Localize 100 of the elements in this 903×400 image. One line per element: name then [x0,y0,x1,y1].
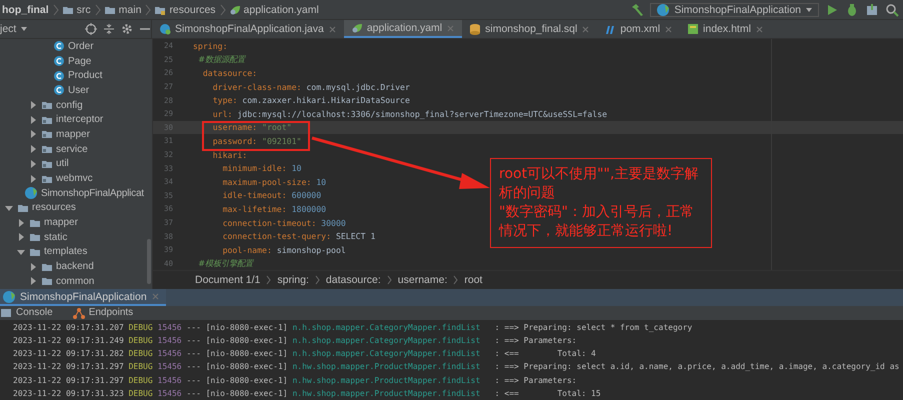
code-line: password: "092101" [212,136,302,146]
breadcrumb-link[interactable]: datasource: [326,274,381,286]
breadcrumb-link[interactable]: Document 1/1 [195,274,260,286]
expand-arrow-icon[interactable] [28,144,38,154]
log-line: 2023-11-22 09:17:31.249 DEBUG 15456 --- [nio-8080-exec-1] n.h.shop.mapper.CategoryMapper.findList : ==> Parameters: [13,335,578,348]
chevron-icon [218,4,226,16]
expand-arrow-icon[interactable] [28,276,38,286]
expand-arrow-icon[interactable] [16,218,26,228]
annotation-text: root可以不使用"",主要是数字解析的问题 [499,165,700,203]
code-line: idle-timeout: 600000 [222,190,322,200]
file-tab[interactable]: pom.xml [597,20,680,38]
spring-app-icon [24,186,38,200]
target-icon[interactable] [85,23,97,35]
class-icon [53,55,65,68]
file-tab[interactable]: application.yaml [344,20,462,38]
leaf-icon [228,4,241,16]
code-line: pool-name: simonshop-pool [222,244,346,255]
tree-item[interactable]: common [0,274,152,289]
tree-item[interactable]: Order [0,39,152,54]
folder-icon [29,231,41,244]
code-line: maximum-pool-size: 10 [222,176,326,187]
java-class-icon [159,23,171,35]
run-icon[interactable] [825,2,839,16]
database-icon [469,23,482,35]
expand-arrow-icon[interactable] [28,158,38,169]
breadcrumb-link[interactable]: application.yaml [244,4,319,16]
class-icon [53,70,65,82]
breadcrumb-link[interactable]: src [76,4,91,16]
chevron-icon [314,275,320,285]
tree-item[interactable]: interceptor [0,112,152,128]
code-line: driver-class-name: com.mysql.jdbc.Driver [212,82,410,92]
expand-arrow-icon[interactable] [28,114,38,125]
tree-item[interactable]: mapper [0,215,152,230]
code-line: hikari: [212,150,248,160]
tree-item[interactable]: static [0,230,152,245]
tree-item[interactable]: mapper [0,127,152,142]
tree-item[interactable]: templates [0,244,152,260]
bug-icon[interactable] [845,2,859,16]
console-tab[interactable]: Console [0,306,53,319]
code-line: #模板引擎配置 [197,258,254,269]
tree-item[interactable]: util [0,156,152,172]
log-line: 2023-11-22 09:17:31.282 DEBUG 15456 --- [nio-8080-exec-1] n.h.shop.mapper.CategoryMapper.findList : <== Total: 4 [13,348,597,360]
close-icon[interactable] [328,24,337,34]
hammer-icon[interactable] [630,2,644,16]
breadcrumb-link[interactable]: username: [398,274,448,286]
tree-item[interactable]: webmvc [0,171,152,186]
chevron-icon [266,275,272,285]
expand-arrow-icon[interactable] [28,262,38,272]
leaf-icon [350,22,363,34]
code-line: spring: [193,40,228,51]
code-line: #数据源配置 [197,54,246,65]
breadcrumb-link[interactable]: root [464,274,482,286]
profiler-icon[interactable] [885,2,899,16]
run-configuration-dropdown[interactable]: SimonshopFinalApplication [650,2,819,16]
coverage-icon[interactable] [865,2,879,16]
expand-arrow-icon[interactable] [28,100,38,110]
code-line: minimum-idle: 10 [222,163,302,174]
html-file-icon [687,23,700,35]
breadcrumb-link[interactable]: resources [169,4,216,16]
code-line: connection-test-query: SELECT 1 [222,231,376,242]
console-tab[interactable]: Endpoints [72,306,134,319]
close-icon[interactable] [581,24,590,34]
caret-icon [20,25,28,33]
file-tab[interactable]: simonshop_final.sql [462,20,598,38]
settings-icon[interactable] [121,23,133,35]
chevron-icon [144,4,152,16]
log-line: 2023-11-22 09:17:31.323 DEBUG 15456 --- [nio-8080-exec-1] n.hw.shop.mapper.ProductMapper.findList : <== Total: 15 [13,388,602,400]
maven-icon [604,23,616,35]
close-icon[interactable] [754,24,764,34]
code-line: max-lifetime: 1800000 [222,204,326,214]
tree-item[interactable]: backend [0,259,152,274]
class-icon [53,84,65,96]
tree-item[interactable]: User [0,83,152,98]
code-line: type: com.zaxxer.hikari.HikariDataSource [212,95,410,106]
run-tab[interactable]: SimonshopFinalApplication [0,289,166,306]
expand-arrow-icon[interactable] [28,174,38,184]
spring-app-icon [656,2,670,16]
class-icon [53,40,65,52]
expand-arrow-icon[interactable] [16,232,26,242]
expand-arrow-icon[interactable] [28,129,38,140]
tree-item[interactable]: config [0,98,152,112]
tree-item[interactable]: Page [0,54,152,68]
project-view-dropdown[interactable]: ject [0,23,28,35]
breadcrumb-link[interactable]: main [118,4,142,16]
breadcrumb-link[interactable]: hop_final [2,4,49,16]
code-line: username: "root" [212,122,292,132]
code-line: datasource: [202,68,258,78]
tree-item[interactable]: resources [0,200,152,216]
close-icon[interactable] [664,24,674,34]
tree-item[interactable]: service [0,142,152,156]
folder-icon [41,275,53,288]
file-tab[interactable]: SimonshopFinalApplication.java [152,20,344,38]
spring-app-icon [2,290,16,304]
tree-item[interactable]: SimonshopFinalApplicat [0,186,152,201]
breadcrumb-link[interactable]: spring: [277,274,309,286]
caret-icon [805,6,813,14]
chevron-icon [94,4,101,16]
tree-item[interactable]: Product [0,68,152,84]
collapse-icon[interactable] [103,23,115,35]
file-tab[interactable]: index.html [680,20,771,38]
